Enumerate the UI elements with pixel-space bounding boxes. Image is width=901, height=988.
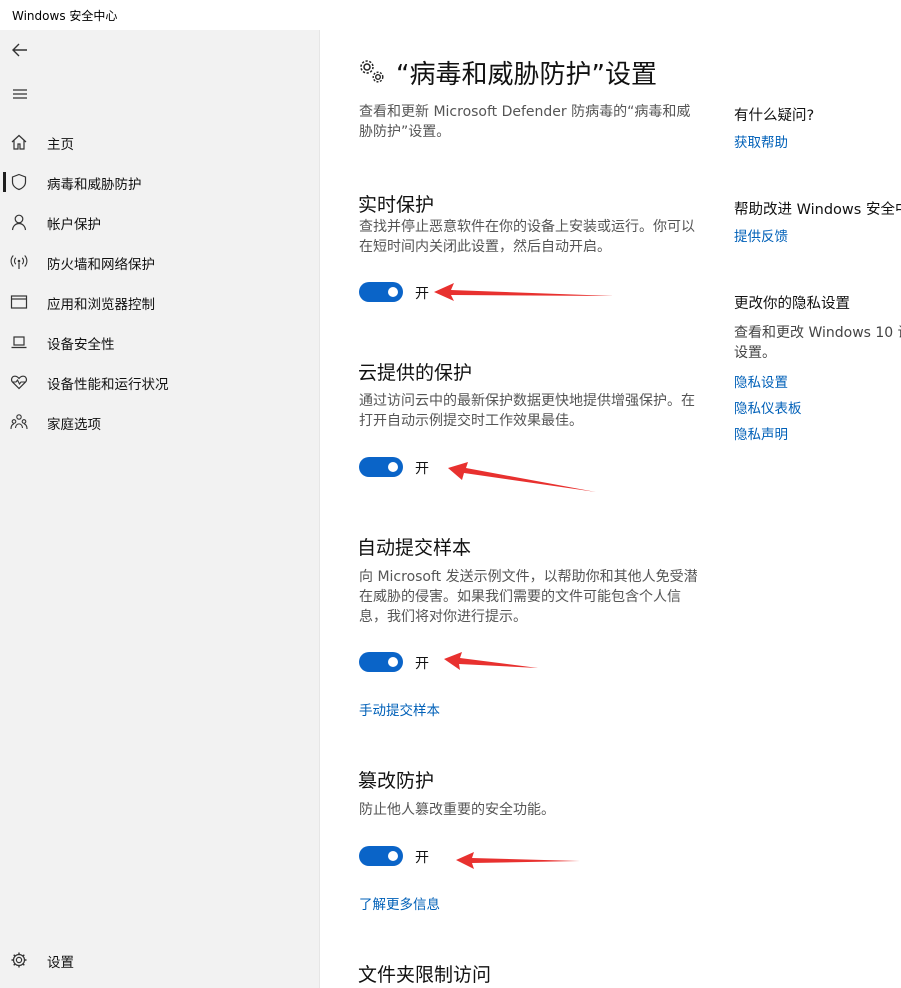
- aside-question-heading: 有什么疑问?: [734, 108, 815, 124]
- gears-icon: [360, 60, 384, 83]
- privacy-dashboard-link[interactable]: 隐私仪表板: [734, 397, 802, 417]
- toggle-state-label: 开: [415, 286, 429, 302]
- privacy-settings-link[interactable]: 隐私设置: [734, 371, 788, 391]
- section-title-folder-access: 文件夹限制访问: [358, 964, 492, 986]
- heart-pulse-icon: [10, 375, 28, 390]
- sidebar-item-label: 设备安全性: [47, 337, 115, 353]
- title-bar: Windows 安全中心: [0, 0, 901, 30]
- aside-privacy-heading: 更改你的隐私设置: [734, 296, 850, 312]
- selection-indicator: [3, 172, 6, 192]
- family-icon: [10, 414, 28, 430]
- aside-improve-heading: 帮助改进 Windows 安全中心: [734, 202, 901, 218]
- get-help-link[interactable]: 获取帮助: [734, 131, 788, 151]
- realtime-protection-toggle[interactable]: [359, 282, 403, 302]
- learn-more-link[interactable]: 了解更多信息: [359, 893, 440, 913]
- back-arrow-icon: [12, 43, 27, 57]
- tamper-protection-toggle[interactable]: [359, 846, 403, 866]
- section-title-cloud: 云提供的保护: [358, 362, 473, 384]
- sidebar-item-label: 设置: [47, 955, 74, 971]
- menu-button[interactable]: [8, 82, 32, 106]
- auto-sample-toggle[interactable]: [359, 652, 403, 672]
- manual-submit-sample-link[interactable]: 手动提交样本: [359, 699, 440, 719]
- sidebar-item-label: 设备性能和运行状况: [47, 377, 169, 393]
- sidebar-item-virus-protection[interactable]: 病毒和威胁防护: [0, 162, 320, 202]
- section-desc-tamper: 防止他人篡改重要的安全功能。: [359, 802, 555, 818]
- sidebar-item-label: 防火墙和网络保护: [47, 257, 155, 273]
- annotation-arrow: [448, 462, 596, 492]
- section-title-realtime: 实时保护: [358, 194, 435, 216]
- sidebar-item-label: 家庭选项: [47, 417, 101, 433]
- gear-icon: [11, 952, 27, 968]
- annotation-arrow: [444, 652, 538, 670]
- app-window-icon: [10, 295, 28, 309]
- person-icon: [11, 214, 27, 231]
- window-title: Windows 安全中心: [12, 9, 118, 23]
- sidebar-item-label: 病毒和威胁防护: [47, 177, 142, 193]
- main-content: “病毒和威胁防护”设置 查看和更新 Microsoft Defender 防病毒…: [320, 30, 901, 988]
- toggle-state-label: 开: [415, 461, 429, 477]
- sidebar-item-label: 帐户保护: [47, 217, 101, 233]
- sidebar-item-family[interactable]: 家庭选项: [0, 402, 320, 442]
- section-title-tamper: 篡改防护: [358, 770, 435, 792]
- page-title: “病毒和威胁防护”设置: [396, 60, 657, 90]
- sidebar-item-home[interactable]: 主页: [0, 122, 320, 162]
- sidebar: 主页 病毒和威胁防护 帐户保护 防火墙和网络保护 应用和浏览器控制 设备安全性 …: [0, 30, 320, 988]
- home-icon: [11, 134, 27, 150]
- toggle-state-label: 开: [415, 850, 429, 866]
- sidebar-item-firewall[interactable]: 防火墙和网络保护: [0, 242, 320, 282]
- sidebar-item-device-health[interactable]: 设备性能和运行状况: [0, 362, 320, 402]
- shield-icon: [11, 173, 27, 191]
- section-desc-cloud: 通过访问云中的最新保护数据更快地提供增强保护。在打开自动示例提交时工作效果最佳。: [359, 393, 695, 429]
- sidebar-item-app-browser[interactable]: 应用和浏览器控制: [0, 282, 320, 322]
- cloud-protection-toggle[interactable]: [359, 457, 403, 477]
- aside-privacy-desc-line1: 查看和更改 Windows 10 设备的隐私: [734, 325, 901, 341]
- annotation-arrow: [456, 852, 580, 869]
- sidebar-item-account[interactable]: 帐户保护: [0, 202, 320, 242]
- sidebar-item-settings[interactable]: 设置: [0, 940, 320, 980]
- sidebar-item-label: 主页: [47, 137, 74, 153]
- toggle-state-label: 开: [415, 656, 429, 672]
- sidebar-item-device-security[interactable]: 设备安全性: [0, 322, 320, 362]
- section-desc-auto-sample: 向 Microsoft 发送示例文件，以帮助你和其他人免受潜在威胁的侵害。如果我…: [359, 569, 698, 625]
- sidebar-item-label: 应用和浏览器控制: [47, 297, 155, 313]
- feedback-link[interactable]: 提供反馈: [734, 225, 788, 245]
- wireless-icon: [10, 255, 28, 269]
- back-button[interactable]: [8, 38, 32, 62]
- hamburger-menu-icon: [13, 89, 27, 99]
- section-desc-realtime: 查找并停止恶意软件在你的设备上安装或运行。你可以在短时间内关闭此设置，然后自动开…: [359, 219, 695, 255]
- page-intro: 查看和更新 Microsoft Defender 防病毒的“病毒和威胁防护”设置…: [359, 104, 691, 140]
- laptop-icon: [11, 336, 27, 349]
- privacy-statement-link[interactable]: 隐私声明: [734, 423, 788, 443]
- aside-privacy-desc-line2: 设置。: [734, 345, 776, 361]
- section-title-auto-sample: 自动提交样本: [357, 537, 472, 559]
- annotation-arrow: [434, 283, 614, 301]
